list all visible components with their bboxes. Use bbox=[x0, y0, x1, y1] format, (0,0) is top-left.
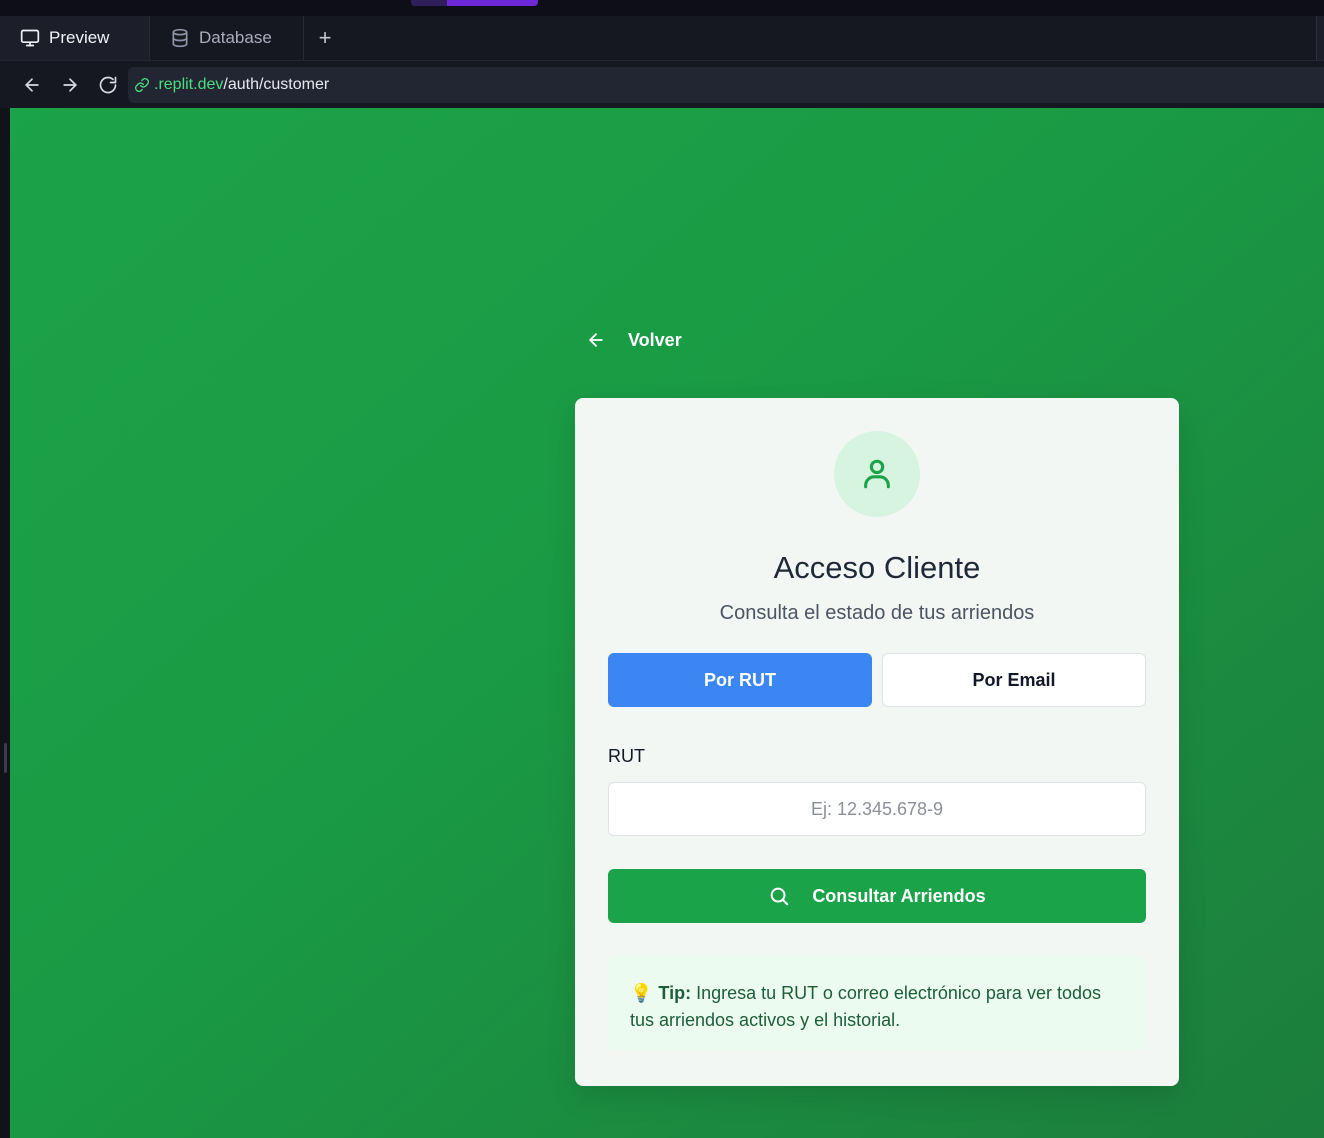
forward-button[interactable] bbox=[52, 61, 88, 109]
tip-box: 💡 Tip: Ingresa tu RUT o correo electrónic… bbox=[608, 956, 1146, 1050]
tab-preview-label: Preview bbox=[49, 28, 110, 47]
active-indicator bbox=[411, 0, 538, 6]
login-card: Acceso Cliente Consulta el estado de tus… bbox=[575, 398, 1179, 1086]
arrow-left-icon bbox=[25, 78, 39, 92]
rut-input[interactable] bbox=[608, 782, 1146, 836]
tab-por-email[interactable]: Por Email bbox=[882, 653, 1146, 707]
rut-label: RUT bbox=[608, 746, 645, 766]
tab-bar: Preview Database + bbox=[0, 16, 1324, 60]
address-bar: .replit.dev/auth/customer bbox=[0, 60, 1324, 108]
arrow-left-icon bbox=[589, 333, 603, 347]
database-icon bbox=[172, 28, 188, 48]
back-link-label: Volver bbox=[628, 329, 682, 350]
tip-label: Tip: bbox=[658, 983, 692, 1003]
left-rail bbox=[0, 108, 10, 1138]
consultar-button-label: Consultar Arriendos bbox=[812, 885, 986, 906]
arrow-right-icon bbox=[63, 78, 77, 92]
tab-database[interactable]: Database bbox=[150, 16, 304, 60]
tip-text: Ingresa tu RUT o correo electrónico para… bbox=[630, 983, 1101, 1030]
window-top-strip bbox=[0, 0, 1324, 16]
add-tab-button[interactable]: + bbox=[310, 16, 340, 60]
lightbulb-icon: 💡 bbox=[630, 983, 653, 1003]
back-button[interactable] bbox=[14, 61, 50, 109]
user-icon bbox=[864, 459, 890, 489]
search-icon bbox=[770, 887, 789, 906]
reload-button[interactable] bbox=[90, 61, 126, 109]
consultar-button[interactable]: Consultar Arriendos bbox=[608, 869, 1146, 923]
tab-database-label: Database bbox=[199, 28, 272, 47]
url-field[interactable]: .replit.dev/auth/customer bbox=[128, 67, 1324, 103]
tab-preview[interactable]: Preview bbox=[0, 16, 150, 60]
resize-handle[interactable] bbox=[4, 743, 7, 773]
back-link[interactable]: Volver bbox=[586, 318, 682, 362]
url-host: .replit.dev bbox=[154, 76, 224, 93]
tab-bar-edge bbox=[1316, 16, 1324, 60]
avatar bbox=[834, 431, 920, 517]
monitor-icon bbox=[20, 29, 40, 47]
link-icon bbox=[135, 78, 149, 92]
page-subtitle: Consulta el estado de tus arriendos bbox=[719, 602, 1035, 624]
reload-icon bbox=[99, 76, 117, 94]
page-title: Acceso Cliente bbox=[773, 550, 981, 585]
tab-por-rut[interactable]: Por RUT bbox=[608, 653, 872, 707]
url-path: /auth/customer bbox=[223, 76, 330, 93]
